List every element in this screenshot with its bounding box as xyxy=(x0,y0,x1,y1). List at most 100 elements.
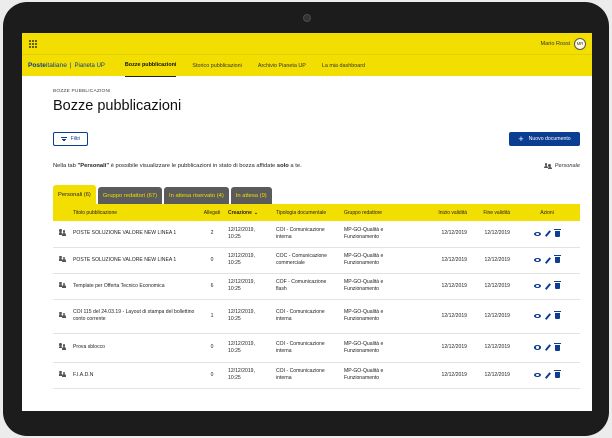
eye-icon[interactable] xyxy=(534,283,542,289)
eye-icon[interactable] xyxy=(534,257,542,263)
doc-type-code: COI - Comunicazione xyxy=(276,309,325,316)
cell-group: MP-GO-Qualità e Funzionamento xyxy=(342,221,425,248)
header-attachments[interactable]: Allegati xyxy=(198,204,226,221)
tab-personali[interactable]: Personali (6) xyxy=(53,185,96,204)
eye-icon[interactable] xyxy=(534,313,542,319)
personal-legend-label: Personale xyxy=(554,163,580,169)
header-start[interactable]: Inizio validità xyxy=(425,204,471,221)
header-title[interactable]: Titolo pubblicazione xyxy=(71,204,198,221)
filter-button[interactable]: Filtri xyxy=(53,132,88,146)
brand-logo[interactable]: Posteitaliane xyxy=(28,62,67,69)
cell-title[interactable]: POSTE SOLUZIONE VALORE NEW LINEA 1 xyxy=(71,247,198,274)
tablet-frame: Mario Rossi MR Posteitaliane | Pianeta U… xyxy=(3,2,609,436)
cell-start: 12/12/2019 xyxy=(425,247,471,274)
cell-doc-type: COC - Comunicazione commerciale xyxy=(274,247,342,274)
trash-icon[interactable] xyxy=(553,255,561,263)
apps-grid-icon[interactable] xyxy=(29,39,37,48)
cell-title[interactable]: F.I.A.D.N xyxy=(71,362,198,389)
created-date: 12/12/2019, xyxy=(228,368,255,375)
header-actions: Azioni xyxy=(540,209,554,216)
cell-attachments: 0 xyxy=(198,362,226,389)
header-created-label: Creazione xyxy=(228,209,252,216)
user-name: Mario Rossi xyxy=(540,40,570,47)
doc-type-code: COC - Comunicazione xyxy=(276,253,327,260)
cell-start: 12/12/2019 xyxy=(425,221,471,248)
cell-attachments: 6 xyxy=(198,273,226,300)
cell-created: 12/12/2019, 10:25 xyxy=(226,362,274,389)
cell-group: MP-GO-Qualità e Funzionamento xyxy=(342,299,425,334)
personal-legend: Personale xyxy=(544,163,580,170)
tab-in-attesa-riservato[interactable]: In attesa riservato (4) xyxy=(164,187,229,204)
header-doc-type[interactable]: Tipologia documentale xyxy=(274,204,342,221)
doc-type-code: COF - Comunicazione xyxy=(276,279,327,286)
pencil-icon[interactable] xyxy=(545,371,551,379)
nav-dashboard[interactable]: La mia dashboard xyxy=(322,55,365,77)
trash-icon[interactable] xyxy=(553,370,561,378)
table-row[interactable]: Template per Offerta Tecnico Economica 6 1… xyxy=(53,273,580,300)
header-created[interactable]: Creazione ⌄ xyxy=(226,204,274,221)
cell-created: 12/12/2019, 10:25 xyxy=(226,247,274,274)
eye-icon[interactable] xyxy=(534,231,542,236)
doc-type-desc: interna xyxy=(276,233,292,240)
header-group[interactable]: Gruppo redattore xyxy=(342,204,425,221)
cell-doc-type: COI - Comunicazione interna xyxy=(274,299,342,334)
created-date: 12/12/2019, xyxy=(228,340,255,347)
pencil-icon[interactable] xyxy=(545,256,551,264)
nav-bozze-pubblicazioni[interactable]: Bozze pubblicazioni xyxy=(124,55,177,77)
app-name: Pianeta UP xyxy=(74,62,105,69)
cell-title[interactable]: Prova sblocco xyxy=(71,333,198,363)
group-line1: MP-GO-Qualità e xyxy=(344,309,384,316)
eye-icon[interactable] xyxy=(534,345,542,350)
info-suffix: a te. xyxy=(288,163,302,169)
cell-doc-type: COF - Comunicazione flash xyxy=(274,273,342,300)
cell-created: 12/12/2019, 10:25 xyxy=(226,299,274,334)
table-row[interactable]: F.I.A.D.N 0 12/12/2019, 10:25 COI - Comunica… xyxy=(53,362,580,389)
trash-icon[interactable] xyxy=(553,229,561,237)
cell-attachments: 0 xyxy=(198,333,226,363)
cell-doc-type: COI - Comunicazione interna xyxy=(274,221,342,248)
group-line2: Funzionamento xyxy=(344,286,380,292)
camera-dot xyxy=(303,14,311,22)
doc-type-desc: interna xyxy=(276,347,292,354)
trash-icon[interactable] xyxy=(553,281,561,289)
table-row[interactable]: COI 115 del 24.03.19 - Layout di stampa … xyxy=(53,299,580,334)
toolbar: Filtri + Nuovo documento xyxy=(53,132,580,148)
pencil-icon[interactable] xyxy=(545,230,551,238)
cell-group: MP-GO-Qualità e Funzionamento xyxy=(342,273,425,300)
created-time: 10:25 xyxy=(228,375,241,381)
doc-type-desc: commerciale xyxy=(276,260,305,266)
group-line2: Funzionamento xyxy=(344,233,380,240)
cell-actions xyxy=(514,273,580,300)
user-avatar[interactable]: MR xyxy=(574,37,586,50)
pencil-icon[interactable] xyxy=(545,282,551,290)
breadcrumb: BOZZE PUBBLICAZIONI xyxy=(53,89,111,94)
cell-title[interactable]: Template per Offerta Tecnico Economica xyxy=(71,273,198,300)
table-row[interactable]: POSTE SOLUZIONE VALORE NEW LINEA 1 0 12/12… xyxy=(53,247,580,274)
cell-title[interactable]: POSTE SOLUZIONE VALORE NEW LINEA 1 xyxy=(71,221,198,248)
plus-icon: + xyxy=(518,133,524,144)
created-time: 10:25 xyxy=(228,316,241,322)
header-end[interactable]: Fine validità xyxy=(471,204,514,221)
nav-archivio-pianeta-up[interactable]: Archivio Pianeta UP xyxy=(258,55,306,77)
cell-start: 12/12/2019 xyxy=(425,362,471,389)
cell-actions xyxy=(514,221,580,248)
trash-icon[interactable] xyxy=(553,342,561,351)
owner-cell xyxy=(53,247,71,274)
nav-storico-pubblicazioni[interactable]: Storico pubblicazioni xyxy=(192,55,241,77)
pencil-icon[interactable] xyxy=(545,312,551,320)
tab-in-attesa[interactable]: In attesa (9) xyxy=(230,187,272,204)
table-row[interactable]: Prova sblocco 0 12/12/2019, 10:25 COI - Comu… xyxy=(53,333,580,363)
cell-title[interactable]: COI 115 del 24.03.19 - Layout di stampa … xyxy=(71,299,198,334)
drafts-table: Titolo pubblicazione Allegati Creazione ⌄… xyxy=(53,204,580,389)
eye-icon[interactable] xyxy=(534,372,542,378)
people-icon xyxy=(544,163,552,170)
new-document-button[interactable]: + Nuovo documento xyxy=(509,132,580,146)
info-tab-name: "Personali" xyxy=(77,163,110,169)
cell-group: MP-GO-Qualità e Funzionamento xyxy=(342,362,425,389)
info-emphasis: solo xyxy=(276,163,289,169)
tab-gruppo-redattori[interactable]: Gruppo redattori (67) xyxy=(97,187,163,204)
cell-end: 12/12/2019 xyxy=(471,299,514,334)
trash-icon[interactable] xyxy=(553,311,561,319)
pencil-icon[interactable] xyxy=(545,344,551,351)
table-row[interactable]: POSTE SOLUZIONE VALORE NEW LINEA 1 2 12/12… xyxy=(53,221,580,248)
